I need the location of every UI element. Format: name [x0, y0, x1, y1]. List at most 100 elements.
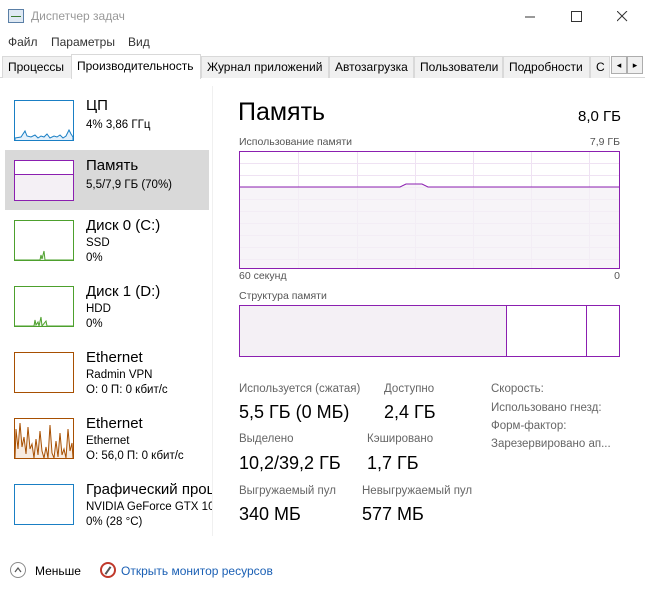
fewer-details-button[interactable]	[10, 562, 26, 578]
tab-services[interactable]: С	[590, 56, 610, 78]
sidebar-item-detail: 5,5/7,9 ГБ (70%)	[86, 179, 173, 191]
structure-in-use[interactable]	[240, 306, 506, 356]
arrow-left-icon: ◂	[616, 59, 622, 70]
fewer-details-link[interactable]: Меньше	[35, 564, 81, 578]
nonpaged-pool-value: 577 МБ	[362, 504, 424, 524]
sidebar-item-name: Диск 1 (D:)	[86, 283, 161, 300]
arrow-right-icon: ▸	[632, 59, 638, 70]
page-title: Память	[238, 98, 326, 126]
usage-line	[240, 183, 619, 188]
sidebar-item-name: Графический процессор	[86, 481, 213, 498]
time-axis-left: 60 секунд	[239, 270, 287, 282]
sidebar-item-detail: NVIDIA GeForce GTX 1060	[86, 501, 212, 513]
cpu-mini-graph	[14, 128, 74, 140]
tab-scroll-right[interactable]: ▸	[627, 56, 643, 74]
maximize-button[interactable]	[553, 0, 599, 32]
sidebar-item-ethernet-radmin[interactable]: Ethernet Radmin VPN О: 0 П: 0 кбит/с	[5, 342, 209, 402]
nonpaged-pool-label: Невыгружаемый пул	[362, 485, 473, 497]
menu-view[interactable]: Вид	[128, 35, 150, 49]
sidebar-item-memory[interactable]: Память 5,5/7,9 ГБ (70%)	[5, 150, 209, 210]
in-use-label: Используется (сжатая)	[239, 383, 361, 395]
cpu-thumbnail	[14, 100, 74, 141]
disk0-mini-graph	[15, 250, 73, 261]
tab-scroll-left[interactable]: ◂	[611, 56, 627, 74]
task-manager-icon	[8, 9, 24, 23]
structure-free[interactable]	[587, 306, 619, 356]
close-icon	[616, 10, 627, 21]
tab-app-history[interactable]: Журнал приложений	[201, 56, 329, 78]
ethernet-radmin-thumbnail	[14, 352, 74, 393]
minimize-icon	[524, 16, 535, 17]
tab-details[interactable]: Подробности	[503, 56, 590, 78]
gpu-thumbnail	[14, 484, 74, 525]
resource-monitor-icon	[100, 562, 116, 578]
sidebar-item-detail: Radmin VPN	[86, 369, 153, 381]
sidebar-item-disk1[interactable]: Диск 1 (D:) HDD 0%	[5, 276, 209, 336]
close-button[interactable]	[599, 0, 645, 32]
time-axis-right: 0	[614, 270, 620, 282]
form-factor-label: Форм-фактор:	[491, 420, 567, 432]
slots-used-label: Использовано гнезд:	[491, 402, 602, 414]
resource-sidebar: ЦП 4% 3,86 ГГц Память 5,5/7,9 ГБ (70%) Д…	[0, 86, 213, 536]
chevron-up-icon	[14, 567, 22, 573]
menu-options[interactable]: Параметры	[51, 35, 115, 49]
sidebar-item-gpu[interactable]: Графический процессор NVIDIA GeForce GTX…	[5, 474, 212, 534]
sidebar-item-cpu[interactable]: ЦП 4% 3,86 ГГц	[5, 90, 209, 150]
sidebar-item-detail-2: 0% (28 °C)	[86, 516, 143, 528]
ethernet-mini-graph	[14, 422, 74, 459]
available-value: 2,4 ГБ	[384, 402, 436, 422]
paged-pool-value: 340 МБ	[239, 504, 301, 524]
disk0-thumbnail	[14, 220, 74, 261]
memory-mini-fill	[15, 174, 73, 200]
sidebar-item-detail-2: О: 56,0 П: 0 кбит/с	[86, 450, 184, 462]
usage-graph-label: Использование памяти	[239, 136, 353, 148]
memory-usage-graph	[239, 151, 620, 269]
sidebar-item-name: ЦП	[86, 97, 108, 114]
tab-users[interactable]: Пользователи	[414, 56, 503, 78]
minimize-button[interactable]	[507, 0, 553, 32]
sidebar-item-detail-2: 0%	[86, 252, 103, 264]
memory-panel: Память 8,0 ГБ Использование памяти 7,9 Г…	[238, 86, 623, 536]
structure-label: Структура памяти	[239, 290, 327, 302]
sidebar-item-detail: Ethernet	[86, 435, 130, 447]
sidebar-item-ethernet[interactable]: Ethernet Ethernet О: 56,0 П: 0 кбит/с	[5, 408, 209, 468]
ethernet-thumbnail	[14, 418, 74, 459]
sidebar-item-detail-2: 0%	[86, 318, 103, 330]
sidebar-item-detail: HDD	[86, 303, 111, 315]
sidebar-item-detail: 4% 3,86 ГГц	[86, 119, 151, 131]
usage-area	[240, 184, 619, 268]
menu-file[interactable]: Файл	[8, 35, 38, 49]
speed-label: Скорость:	[491, 383, 544, 395]
structure-standby[interactable]	[507, 306, 586, 356]
cached-value: 1,7 ГБ	[367, 453, 419, 473]
sidebar-item-name: Ethernet	[86, 415, 143, 432]
in-use-value: 5,5 ГБ (0 МБ)	[239, 402, 350, 422]
tab-strip: Процессы Производительность Журнал прило…	[0, 54, 645, 79]
maximize-icon	[570, 10, 582, 22]
committed-label: Выделено	[239, 433, 294, 445]
usage-graph-max: 7,9 ГБ	[589, 136, 620, 148]
sidebar-item-name: Диск 0 (C:)	[86, 217, 161, 234]
menu-bar: Файл Параметры Вид	[0, 32, 645, 54]
tab-startup[interactable]: Автозагрузка	[329, 56, 414, 78]
cached-label: Кэшировано	[367, 433, 434, 445]
sidebar-item-detail-2: О: 0 П: 0 кбит/с	[86, 384, 168, 396]
sidebar-item-name: Ethernet	[86, 349, 143, 366]
memory-usage-chart	[240, 152, 619, 268]
tab-performance[interactable]: Производительность	[71, 54, 201, 79]
disk1-thumbnail	[14, 286, 74, 328]
available-label: Доступно	[384, 383, 435, 395]
footer-bar: Меньше Открыть монитор ресурсов	[0, 555, 645, 587]
window-title: Диспетчер задач	[31, 9, 125, 23]
memory-thumbnail	[14, 160, 74, 201]
open-resource-monitor-link[interactable]: Открыть монитор ресурсов	[121, 564, 273, 578]
memory-total: 8,0 ГБ	[578, 108, 621, 125]
sidebar-item-name: Память	[86, 157, 139, 174]
title-bar: Диспетчер задач	[0, 0, 645, 32]
paged-pool-label: Выгружаемый пул	[239, 485, 336, 497]
hardware-reserved-label: Зарезервировано ап...	[491, 438, 611, 450]
tab-processes[interactable]: Процессы	[2, 56, 72, 78]
disk1-mini-graph	[15, 316, 73, 328]
committed-value: 10,2/39,2 ГБ	[239, 453, 341, 473]
sidebar-item-disk0[interactable]: Диск 0 (C:) SSD 0%	[5, 210, 209, 270]
